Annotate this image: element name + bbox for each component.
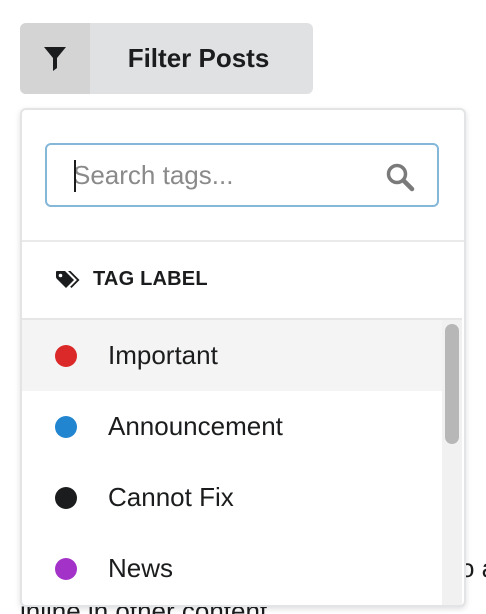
tag-item-announcement[interactable]: Announcement <box>22 391 442 462</box>
tags-icon <box>56 270 80 288</box>
text-caret <box>74 160 76 192</box>
tag-list: Important Announcement Cannot Fix News <box>22 318 462 605</box>
tag-color-dot <box>55 486 77 509</box>
search-box[interactable] <box>45 143 439 207</box>
scrollbar[interactable] <box>442 320 462 605</box>
scrollbar-thumb[interactable] <box>445 324 459 444</box>
tag-item-label: Cannot Fix <box>108 482 234 512</box>
tag-color-dot <box>55 557 77 580</box>
tag-item-news[interactable]: News <box>22 533 442 604</box>
tag-item-label: Announcement <box>108 411 283 441</box>
tag-color-dot <box>55 344 77 367</box>
tag-item-cannot-fix[interactable]: Cannot Fix <box>22 462 442 533</box>
filter-icon <box>44 46 66 71</box>
search-input[interactable] <box>47 145 437 205</box>
filter-icon-container <box>20 23 90 94</box>
page: o a inline in other content Filter Posts <box>0 0 486 614</box>
tag-item-label: Important <box>108 340 218 370</box>
tag-color-dot <box>55 415 77 438</box>
divider <box>22 240 464 242</box>
search-icon <box>386 163 415 192</box>
header-label: TAG LABEL <box>93 268 208 290</box>
tag-item-label: News <box>108 553 174 583</box>
tag-item-important[interactable]: Important <box>22 320 442 391</box>
tag-label-header: TAG LABEL <box>55 268 208 291</box>
filter-posts-button[interactable]: Filter Posts <box>20 23 313 94</box>
tag-filter-dropdown: TAG LABEL Important Announcement Cannot … <box>20 108 466 607</box>
filter-button-label: Filter Posts <box>127 43 270 73</box>
